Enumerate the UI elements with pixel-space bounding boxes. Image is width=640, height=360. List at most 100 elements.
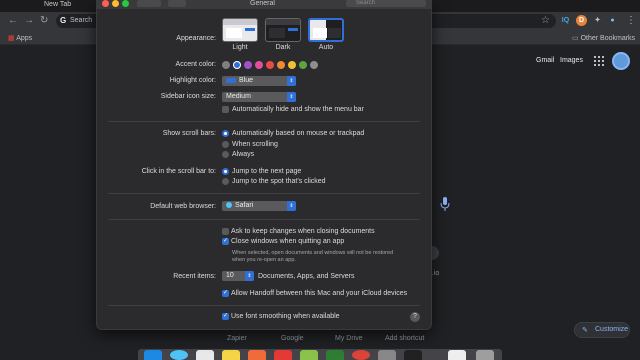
appearance-auto-thumb[interactable] [308,18,344,42]
highlight-color-value: Blue [239,77,254,84]
accent-color-swatch[interactable] [244,61,252,69]
preferences-search-field[interactable]: Search [346,0,426,7]
sidebar-icon-size-label: Sidebar icon size: [160,93,216,100]
jump-to-spot-radio[interactable] [222,178,229,185]
appearance-dark-thumb[interactable] [265,18,301,42]
scroll-bars-when-scrolling-label: When scrolling [232,141,278,148]
safari-icon[interactable] [170,350,188,360]
sidebar-icon-size-value: Medium [226,93,251,100]
scroll-bars-auto-radio[interactable] [222,130,229,137]
sidebar-icon-size-popup[interactable]: Medium ⇕ [222,92,296,102]
ask-keep-changes-checkbox[interactable] [222,228,229,235]
chevron-updown-icon: ⇕ [287,201,296,211]
reload-icon[interactable]: ↻ [40,14,48,28]
close-window-icon[interactable] [102,0,109,7]
scroll-bars-when-scrolling-radio[interactable] [222,141,229,148]
scroll-bars-always-radio[interactable] [222,151,229,158]
scroll-bars-always-label: Always [232,151,255,158]
highlight-color-swatch [226,77,236,83]
google-apps-icon[interactable] [594,56,604,66]
recent-items-value: 10 [226,272,234,279]
handoff-checkbox[interactable]: ✓ [222,290,229,297]
minimize-window-icon[interactable] [112,0,119,7]
reminders-icon[interactable] [248,350,266,360]
show-all-grid-icon[interactable] [168,0,186,7]
appearance-light-thumb[interactable] [222,18,258,42]
tab-new-tab[interactable]: New Tab [44,0,71,9]
extensions-puzzle-icon[interactable]: ✦ [592,15,603,26]
bookmark-star-icon[interactable]: ☆ [541,14,550,28]
font-smoothing-label: Use font smoothing when available [231,313,340,320]
images-link[interactable]: Images [560,57,583,64]
duckduckgo-extension-icon[interactable]: D [576,15,587,26]
system-preferences-icon[interactable] [378,350,396,360]
default-browser-popup[interactable]: Safari ⇕ [222,201,296,211]
close-windows-checkbox[interactable]: ✓ [222,238,229,245]
highlight-color-label: Highlight color: [169,77,216,84]
shortcut-zapier[interactable]: Zapier [227,335,247,342]
microphone-icon[interactable] [440,197,450,211]
accent-color-swatch[interactable] [277,61,285,69]
section-divider [108,305,420,306]
recent-items-suffix: Documents, Apps, and Servers [258,273,355,280]
safari-compass-icon [226,202,232,209]
accent-color-swatch[interactable] [255,61,263,69]
chrome-icon[interactable] [352,350,370,360]
accent-color-swatch[interactable] [299,61,307,69]
recent-items-popup[interactable]: 10 ⇕ [222,271,254,281]
bookmark-apps-label: Apps [16,35,33,42]
chevron-updown-icon: ⇕ [287,92,296,102]
help-button[interactable]: ? [410,312,420,322]
accent-color-label: Accent color: [175,61,216,68]
accent-color-swatch[interactable] [233,61,241,69]
jump-next-page-radio[interactable] [222,168,229,175]
accent-color-swatch[interactable] [288,61,296,69]
avatar[interactable] [612,52,630,70]
appearance-auto-label: Auto [318,44,334,51]
font-smoothing-checkbox[interactable]: ✓ [222,313,229,320]
click-scroll-bar-label: Click in the scroll bar to: [141,168,216,175]
back-icon[interactable]: ← [8,14,18,28]
appearance-light-label: Light [232,44,248,51]
shortcut-add[interactable]: Add shortcut [385,335,424,342]
accent-color-swatch[interactable] [266,61,274,69]
handoff-label: Allow Handoff between this Mac and your … [231,290,408,297]
highlight-color-popup[interactable]: Blue ⇕ [222,76,296,86]
bookmark-other[interactable]: ▭ Other Bookmarks [572,33,635,44]
zoom-window-icon[interactable] [122,0,129,7]
show-scroll-bars-label: Show scroll bars: [162,130,216,137]
back-forward-control[interactable] [137,0,161,7]
bookmark-apps[interactable]: ▦ Apps [8,33,32,44]
forward-icon[interactable]: → [24,14,34,28]
iq-extension-icon[interactable]: IQ [560,15,571,26]
accent-color-swatch[interactable] [310,61,318,69]
folder-icon: ▭ [572,35,579,42]
maps-icon[interactable] [300,350,318,360]
close-windows-note-2: when you re-open an app. [232,257,296,263]
numbers-icon[interactable] [326,350,344,360]
section-divider [108,193,420,194]
calendar-icon[interactable] [196,350,214,360]
trash-icon[interactable] [476,350,494,360]
jump-next-page-label: Jump to the next page [232,168,302,175]
finder-icon[interactable] [144,350,162,360]
news-icon[interactable] [274,350,292,360]
accent-color-swatch[interactable] [222,61,230,69]
chrome-menu-icon[interactable]: ⋮ [626,14,636,28]
appearance-dark-label: Dark [275,44,291,51]
shortcut-google[interactable]: Google [281,335,304,342]
apps-grid-icon: ▦ [8,35,15,42]
notes-icon[interactable] [222,350,240,360]
gmail-link[interactable]: Gmail [536,57,554,64]
shortcut-my-drive[interactable]: My Drive [335,335,363,342]
chevron-updown-icon: ⇕ [245,271,254,281]
auto-hide-menu-checkbox[interactable] [222,106,229,113]
appearance-label: Appearance: [176,35,216,42]
profile-icon[interactable]: ● [607,15,618,26]
scroll-bars-auto-label: Automatically based on mouse or trackpad [232,130,365,137]
documents-folder-icon[interactable] [448,350,466,360]
terminal-icon[interactable] [404,350,422,360]
chevron-updown-icon: ⇕ [287,76,296,86]
window-title: General [250,0,275,7]
address-bar-text: Search [70,17,93,24]
